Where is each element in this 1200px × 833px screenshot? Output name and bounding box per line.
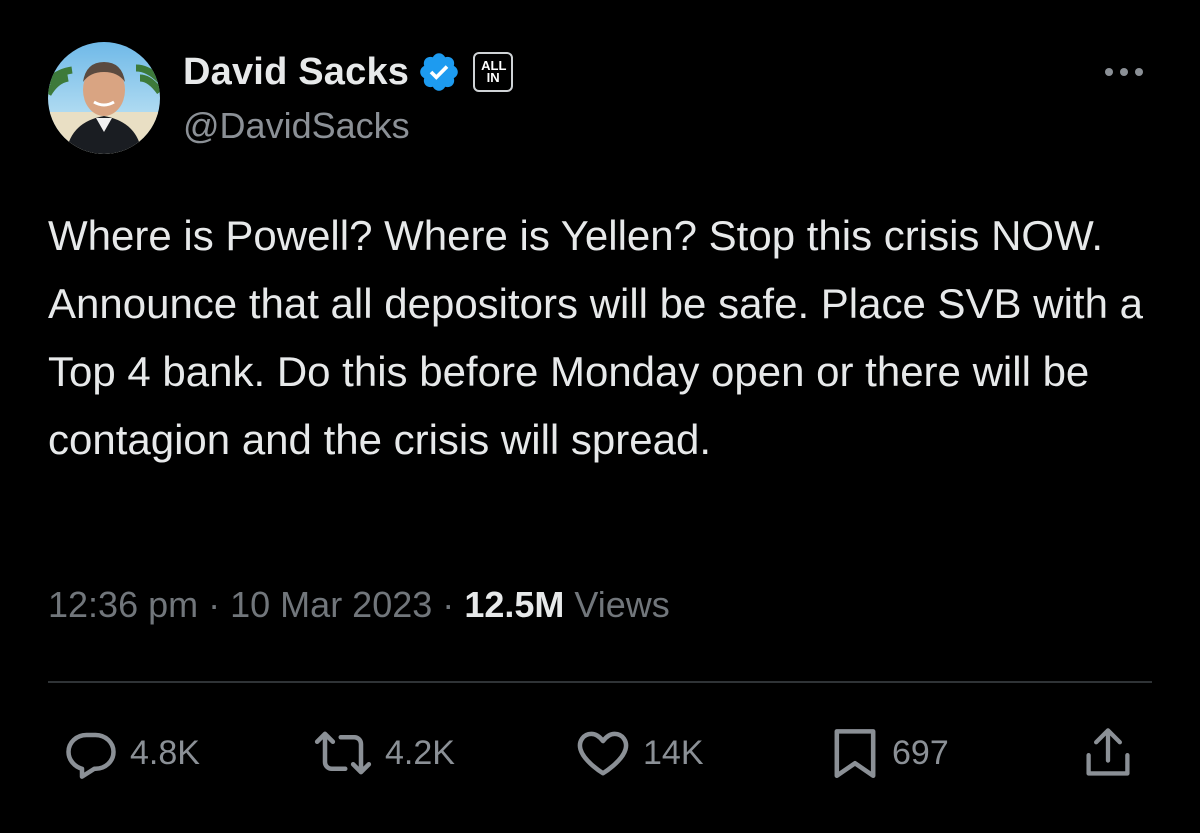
bookmark-button[interactable]: 697	[830, 725, 949, 781]
affiliate-badge[interactable]: ALL IN	[473, 52, 514, 92]
author-handle[interactable]: @DavidSacks	[183, 105, 410, 147]
tweet-date[interactable]: 10 Mar 2023	[230, 584, 432, 625]
tweet-text: Where is Powell? Where is Yellen? Stop t…	[48, 212, 1143, 463]
more-options-icon[interactable]	[1100, 58, 1148, 86]
like-count: 14K	[643, 733, 704, 772]
repost-count: 4.2K	[385, 733, 455, 772]
divider	[48, 681, 1152, 683]
share-icon	[1086, 728, 1130, 776]
views-count[interactable]: 12.5M	[464, 584, 564, 625]
author-name-row: David Sacks ALL IN	[183, 47, 514, 97]
views-label: Views	[574, 584, 670, 625]
reply-icon	[66, 732, 116, 779]
meta-separator: ·	[442, 584, 455, 625]
reply-count: 4.8K	[130, 733, 200, 772]
reply-button[interactable]: 4.8K	[64, 725, 200, 781]
tweet-meta: 12:36 pm · 10 Mar 2023 · 12.5M Views	[48, 584, 670, 626]
repost-icon	[314, 731, 372, 775]
like-button[interactable]: 14K	[575, 725, 704, 781]
share-button[interactable]	[1082, 725, 1134, 781]
verified-badge-icon	[417, 50, 461, 94]
avatar[interactable]	[48, 42, 160, 154]
bookmark-icon	[834, 729, 876, 778]
tweet-time[interactable]: 12:36 pm	[48, 584, 198, 625]
repost-button[interactable]: 4.2K	[313, 725, 455, 781]
affiliate-badge-label: ALL IN	[481, 58, 507, 85]
author-display-name[interactable]: David Sacks	[183, 51, 409, 94]
tweet: David Sacks ALL IN @DavidSacks Where is …	[0, 0, 1200, 833]
avatar-photo	[48, 42, 160, 154]
bookmark-count: 697	[892, 733, 949, 772]
meta-separator: ·	[208, 584, 221, 625]
heart-icon	[577, 731, 629, 776]
